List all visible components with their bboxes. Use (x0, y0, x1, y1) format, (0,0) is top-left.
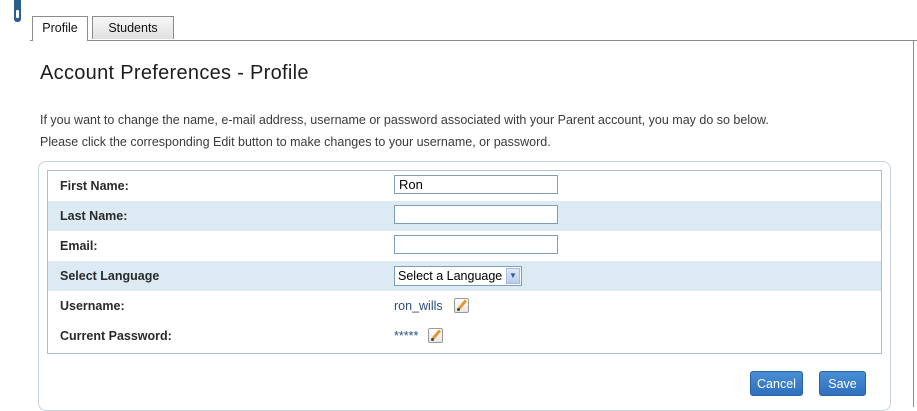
email-field[interactable] (394, 235, 558, 254)
save-button[interactable]: Save (819, 371, 866, 396)
first-name-row: First Name: (48, 171, 881, 201)
edit-username-icon[interactable] (454, 298, 469, 313)
cancel-button[interactable]: Cancel (750, 371, 803, 396)
last-name-field[interactable] (394, 205, 558, 224)
first-name-label: First Name: (60, 179, 129, 193)
intro-line-1: If you want to change the name, e-mail a… (40, 113, 769, 127)
username-label: Username: (60, 299, 125, 313)
password-label: Current Password: (60, 329, 172, 343)
chevron-down-icon[interactable]: ▼ (506, 268, 520, 284)
language-label: Select Language (60, 269, 160, 283)
profile-panel: First Name: Last Name: Email: Select Lan… (38, 161, 891, 411)
logo-fragment (14, 0, 21, 22)
page-title: Account Preferences - Profile (40, 62, 309, 84)
username-value: ron_wills (394, 299, 443, 313)
edit-password-icon[interactable] (428, 328, 443, 343)
tab-students[interactable]: Students (92, 16, 174, 39)
language-select[interactable]: Select a Language ▼ (394, 266, 522, 286)
profile-form: First Name: Last Name: Email: Select Lan… (47, 170, 882, 354)
language-select-value: Select a Language (398, 269, 503, 283)
last-name-row: Last Name: (48, 201, 881, 231)
password-row: Current Password: ***** (48, 321, 881, 351)
password-value: ***** (394, 329, 419, 343)
email-row: Email: (48, 231, 881, 261)
email-label: Email: (60, 239, 98, 253)
tab-bar: Profile Students (30, 16, 917, 41)
last-name-label: Last Name: (60, 209, 128, 223)
intro-line-2: Please click the corresponding Edit butt… (40, 135, 551, 149)
first-name-field[interactable] (394, 175, 558, 194)
intro-text: If you want to change the name, e-mail a… (40, 109, 900, 153)
language-row: Select Language Select a Language ▼ (48, 261, 881, 291)
username-row: Username: ron_wills (48, 291, 881, 321)
tab-profile[interactable]: Profile (32, 16, 88, 41)
content-border (913, 40, 914, 407)
